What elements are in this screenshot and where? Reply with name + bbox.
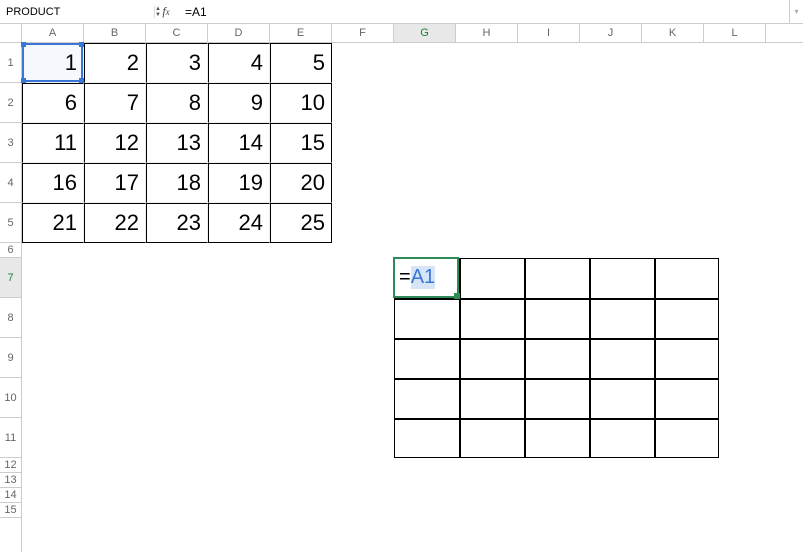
table1-cell[interactable]: 7: [84, 83, 146, 123]
table1-cell[interactable]: 12: [84, 123, 146, 163]
fill-handle[interactable]: [454, 293, 460, 299]
row-header-13[interactable]: 13: [0, 473, 21, 488]
select-all-corner[interactable]: [0, 24, 22, 43]
grid-area: ABCDEFGHIJKL 123456789101112131415 12345…: [0, 24, 803, 552]
table1-cell[interactable]: 1: [22, 43, 84, 83]
col-header-G[interactable]: G: [394, 24, 456, 42]
table1-cell[interactable]: 16: [22, 163, 84, 203]
table1-cell[interactable]: 17: [84, 163, 146, 203]
spinner-down-icon[interactable]: ▼: [155, 12, 161, 18]
col-header-J[interactable]: J: [580, 24, 642, 42]
row-header-2[interactable]: 2: [0, 83, 21, 123]
editing-cell-ref: A1: [411, 266, 435, 289]
col-header-A[interactable]: A: [22, 24, 84, 42]
table1-cell[interactable]: 11: [22, 123, 84, 163]
column-headers: ABCDEFGHIJKL: [22, 24, 803, 43]
row-header-4[interactable]: 4: [0, 163, 21, 203]
name-box[interactable]: [0, 0, 154, 23]
name-box-spinner: ▲ ▼: [154, 6, 161, 18]
table1-cell[interactable]: 14: [208, 123, 270, 163]
table1-cell[interactable]: 18: [146, 163, 208, 203]
col-header-L[interactable]: L: [704, 24, 766, 42]
table1-cell[interactable]: 9: [208, 83, 270, 123]
col-header-H[interactable]: H: [456, 24, 518, 42]
row-header-12[interactable]: 12: [0, 458, 21, 473]
col-header-D[interactable]: D: [208, 24, 270, 42]
col-header-F[interactable]: F: [332, 24, 394, 42]
row-header-3[interactable]: 3: [0, 123, 21, 163]
table1-cell[interactable]: 5: [270, 43, 332, 83]
table1-cell[interactable]: 23: [146, 203, 208, 243]
editing-cell-eq: =: [399, 266, 411, 289]
col-header-K[interactable]: K: [642, 24, 704, 42]
formula-input[interactable]: [179, 0, 789, 23]
row-header-6[interactable]: 6: [0, 243, 21, 258]
row-header-5[interactable]: 5: [0, 203, 21, 243]
row-header-11[interactable]: 11: [0, 418, 21, 458]
table1-cell[interactable]: 13: [146, 123, 208, 163]
table1-cell[interactable]: 2: [84, 43, 146, 83]
table1-cell[interactable]: 24: [208, 203, 270, 243]
table1-cell[interactable]: 6: [22, 83, 84, 123]
table1-cell[interactable]: 10: [270, 83, 332, 123]
formula-bar: ▲ ▼ ✕ ✓ fx ▾: [0, 0, 803, 24]
col-header-I[interactable]: I: [518, 24, 580, 42]
row-headers: 123456789101112131415: [0, 43, 22, 552]
row-header-10[interactable]: 10: [0, 378, 21, 418]
table1-cell[interactable]: 3: [146, 43, 208, 83]
table1-cell[interactable]: 21: [22, 203, 84, 243]
row-header-14[interactable]: 14: [0, 488, 21, 503]
cells-layer[interactable]: 1234567891011121314151617181920212223242…: [22, 43, 803, 552]
formula-bar-expand-icon[interactable]: ▾: [789, 0, 803, 23]
row-header-15[interactable]: 15: [0, 503, 21, 518]
table1-cell[interactable]: 8: [146, 83, 208, 123]
row-header-7[interactable]: 7: [0, 258, 21, 298]
name-box-wrap: ▲ ▼: [0, 0, 100, 23]
table1-cell[interactable]: 22: [84, 203, 146, 243]
table1-cell[interactable]: 15: [270, 123, 332, 163]
table1-cell[interactable]: 19: [208, 163, 270, 203]
col-header-B[interactable]: B: [84, 24, 146, 42]
table1-cell[interactable]: 20: [270, 163, 332, 203]
editing-cell[interactable]: =A1: [393, 257, 459, 298]
row-header-8[interactable]: 8: [0, 298, 21, 338]
row-header-1[interactable]: 1: [0, 43, 21, 83]
row-header-9[interactable]: 9: [0, 338, 21, 378]
table1-cell[interactable]: 25: [270, 203, 332, 243]
col-header-E[interactable]: E: [270, 24, 332, 42]
col-header-C[interactable]: C: [146, 24, 208, 42]
table1-cell[interactable]: 4: [208, 43, 270, 83]
